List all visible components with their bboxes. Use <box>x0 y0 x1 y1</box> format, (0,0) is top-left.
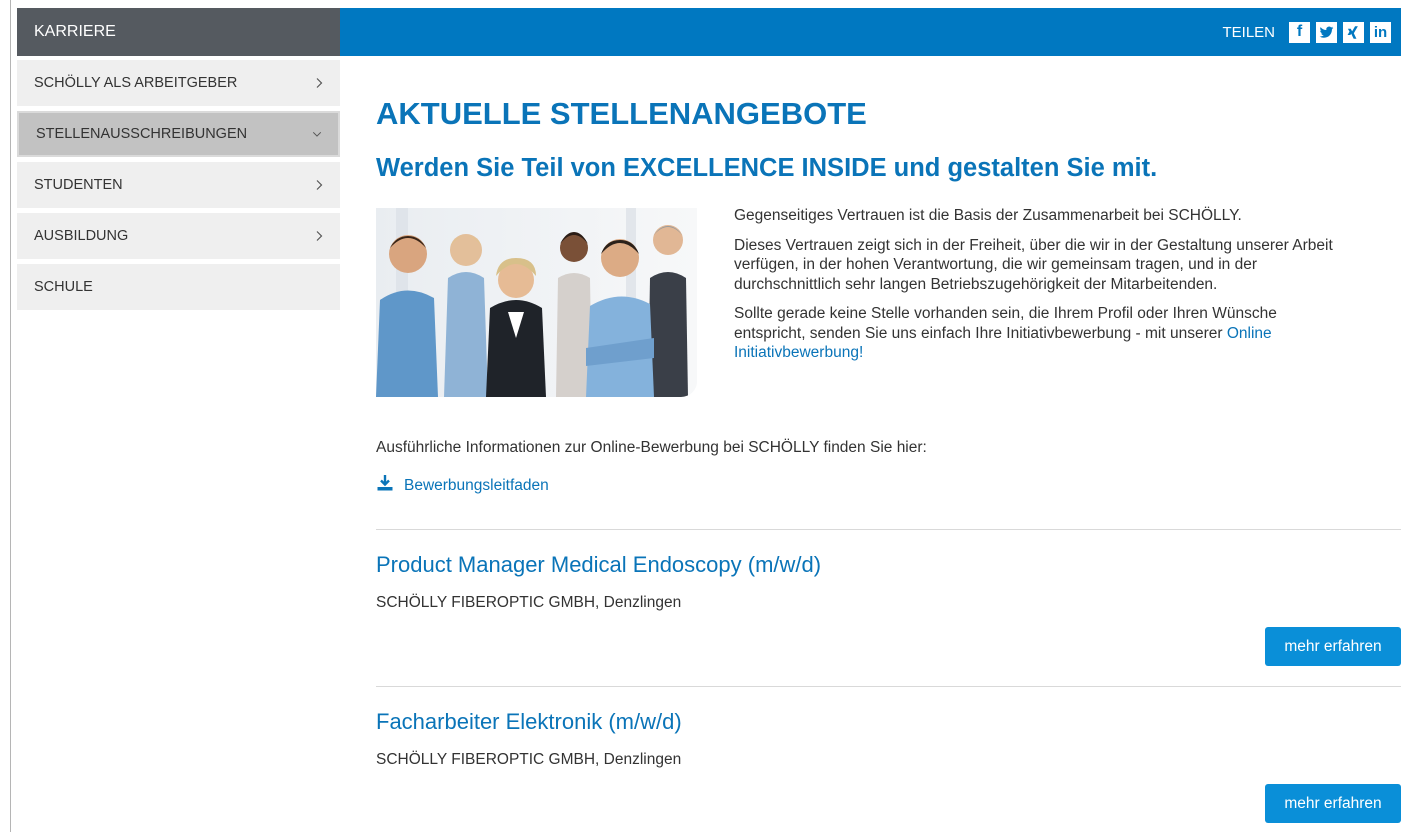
online-application-link[interactable]: Online <box>1227 325 1272 342</box>
chevron-right-icon <box>314 77 324 89</box>
sidebar-item-label: SCHÖLLY ALS ARBEITGEBER <box>34 75 238 91</box>
chevron-right-icon <box>314 179 324 191</box>
job-title-link[interactable]: Product Manager Medical Endoscopy (m/w/d… <box>376 552 821 578</box>
job-title-link[interactable]: Facharbeiter Elektronik (m/w/d) <box>376 709 682 735</box>
sidebar-item-label: SCHULE <box>34 279 93 295</box>
sidebar-item-schoelly-als-arbeitgeber[interactable]: SCHÖLLY ALS ARBEITGEBER <box>17 60 340 106</box>
share-label: TEILEN <box>1222 23 1275 41</box>
team-photo <box>376 208 697 397</box>
page-subtitle: Werden Sie Teil von EXCELLENCE INSIDE un… <box>376 154 1158 182</box>
job-more-button[interactable]: mehr erfahren <box>1265 627 1401 666</box>
sidebar-item-stellenausschreibungen[interactable]: STELLENAUSSCHREIBUNGEN <box>17 111 340 157</box>
info-text: Ausführliche Informationen zur Online-Be… <box>376 439 927 456</box>
sidebar-item-studenten[interactable]: STUDENTEN <box>17 162 340 208</box>
twitter-icon[interactable] <box>1316 21 1337 43</box>
sidebar-header: KARRIERE <box>17 8 340 56</box>
intro-paragraph: Dieses Vertrauen zeigt sich in der Freih… <box>734 236 1333 293</box>
job-more-button[interactable]: mehr erfahren <box>1265 784 1401 823</box>
intro-paragraph: Gegenseitiges Vertrauen ist die Basis de… <box>734 207 1242 224</box>
intro-text-line: Sollte gerade keine Stelle vorhanden sei… <box>734 305 1277 322</box>
download-icon <box>376 474 394 497</box>
sidebar-nav: SCHÖLLY ALS ARBEITGEBER STELLENAUSSCHREI… <box>17 60 340 315</box>
sidebar-item-schule[interactable]: SCHULE <box>17 264 340 310</box>
xing-icon[interactable] <box>1343 21 1364 43</box>
top-bar: TEILEN f in <box>340 8 1401 56</box>
download-link-label: Bewerbungsleitfaden <box>404 476 549 494</box>
divider <box>376 529 1401 530</box>
intro-paragraph: Sollte gerade keine Stelle vorhanden sei… <box>734 304 1401 363</box>
facebook-icon[interactable]: f <box>1289 21 1310 43</box>
divider <box>376 686 1401 687</box>
intro-text-line: entspricht, senden Sie uns einfach Ihre … <box>734 324 1227 342</box>
share-bar: TEILEN f in <box>1222 8 1391 56</box>
intro-text: Gegenseitiges Vertrauen ist die Basis de… <box>734 206 1401 373</box>
job-company: SCHÖLLY FIBEROPTIC GMBH, Denzlingen <box>376 751 682 768</box>
online-application-link[interactable]: Initiativbewerbung! <box>734 344 863 361</box>
linkedin-icon[interactable]: in <box>1370 21 1391 43</box>
sidebar-item-ausbildung[interactable]: AUSBILDUNG <box>17 213 340 259</box>
job-company: SCHÖLLY FIBEROPTIC GMBH, Denzlingen <box>376 594 682 611</box>
window-border <box>10 0 11 832</box>
page-title: AKTUELLE STELLENANGEBOTE <box>376 96 867 131</box>
sidebar-item-label: AUSBILDUNG <box>34 228 129 244</box>
sidebar-item-label: STUDENTEN <box>34 177 123 193</box>
chevron-right-icon <box>314 230 324 242</box>
chevron-down-icon <box>312 128 322 140</box>
sidebar-item-label: STELLENAUSSCHREIBUNGEN <box>36 126 248 142</box>
download-link[interactable]: Bewerbungsleitfaden <box>376 474 549 497</box>
